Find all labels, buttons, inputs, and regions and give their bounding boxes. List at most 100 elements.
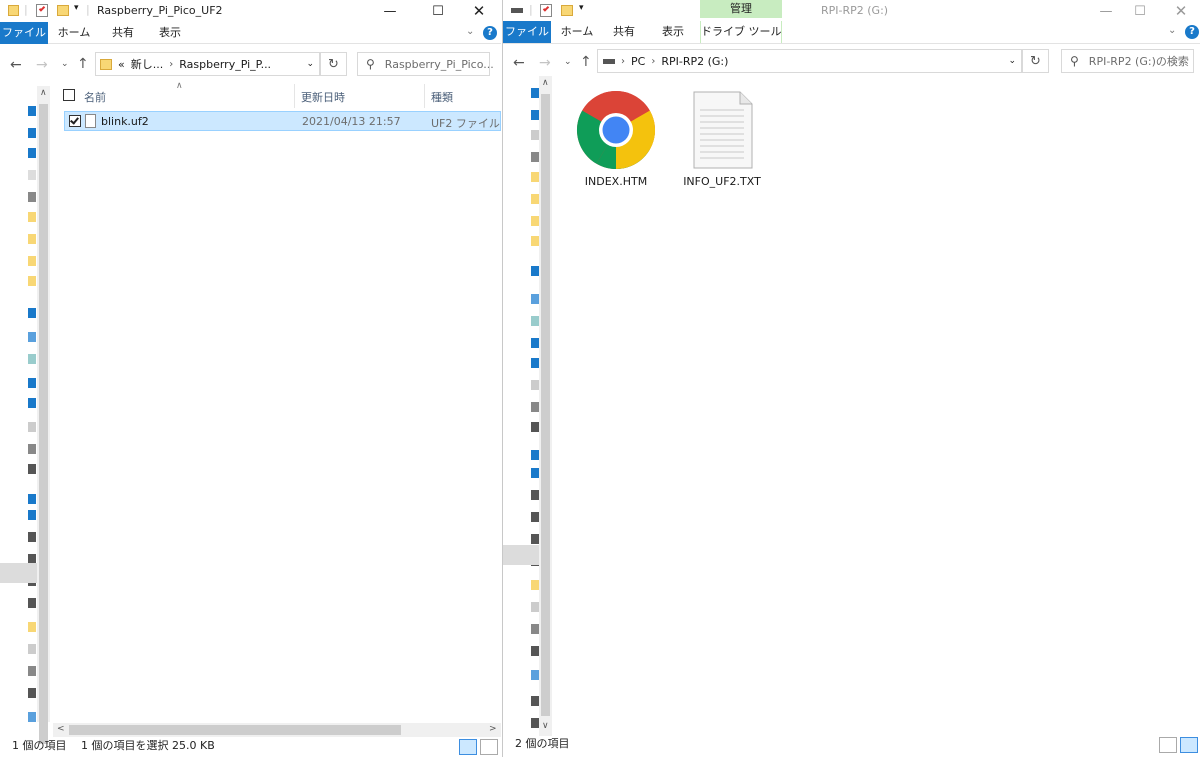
nav-item-icon[interactable] (28, 128, 36, 138)
maximize-button[interactable]: ☐ (1117, 0, 1163, 22)
nav-item-icon[interactable] (531, 422, 539, 432)
tab-file[interactable]: ファイル (503, 21, 551, 43)
nav-item-icon[interactable] (28, 712, 36, 722)
nav-item-icon[interactable] (531, 236, 539, 246)
forward-button[interactable]: → (539, 55, 551, 71)
details-view-button[interactable] (459, 739, 477, 755)
nav-item-icon[interactable] (531, 602, 539, 612)
nav-item-icon[interactable] (531, 216, 539, 226)
refresh-button[interactable]: ↻ (320, 52, 347, 76)
nav-item-icon[interactable] (531, 534, 539, 544)
properties-icon[interactable] (36, 4, 48, 17)
nav-item-icon[interactable] (28, 510, 36, 520)
nav-item-icon[interactable] (28, 378, 36, 388)
scroll-up-icon[interactable]: ∧ (40, 88, 47, 98)
close-button[interactable]: ✕ (1158, 0, 1200, 22)
nav-item-icon[interactable] (531, 670, 539, 680)
nav-item-icon[interactable] (531, 696, 539, 706)
address-bar[interactable]: « 新し... › Raspberry_Pi_P... ⌄ (95, 52, 320, 76)
details-view-button[interactable] (1159, 737, 1177, 753)
nav-item-icon[interactable] (531, 468, 539, 478)
nav-item-icon[interactable] (28, 666, 36, 676)
nav-item-icon[interactable] (531, 266, 539, 276)
refresh-button[interactable]: ↻ (1022, 49, 1049, 73)
help-icon[interactable]: ? (1185, 25, 1199, 39)
nav-item-icon[interactable] (28, 532, 36, 542)
nav-item-icon[interactable] (531, 194, 539, 204)
nav-item-icon[interactable] (28, 398, 36, 408)
breadcrumb-new[interactable]: 新し... (131, 56, 164, 72)
up-button[interactable]: ↑ (580, 54, 592, 70)
qat-dropdown-icon[interactable]: ▾ (579, 3, 584, 13)
nav-item-icon[interactable] (531, 512, 539, 522)
column-header-date[interactable]: 更新日時 (301, 89, 345, 105)
nav-scrollbar[interactable]: ∧ ∨ (539, 76, 552, 736)
nav-item-icon[interactable] (28, 106, 36, 116)
tab-view[interactable]: 表示 (653, 21, 693, 43)
new-folder-icon[interactable] (57, 5, 69, 16)
nav-item-icon[interactable] (531, 380, 539, 390)
nav-item-icon[interactable] (531, 152, 539, 162)
file-item-index[interactable]: INDEX.HTM (571, 90, 661, 188)
address-overflow[interactable]: « (118, 58, 125, 71)
search-box[interactable]: ⚲ Raspberry_Pi_Pico... (357, 52, 494, 76)
address-dropdown-icon[interactable]: ⌄ (306, 59, 314, 69)
nav-item-icon[interactable] (531, 294, 539, 304)
tab-home[interactable]: ホーム (555, 21, 599, 43)
nav-item-icon[interactable] (28, 598, 36, 608)
expand-ribbon-icon[interactable]: ⌄ (466, 26, 474, 37)
nav-item-icon[interactable] (531, 580, 539, 590)
recent-dropdown-icon[interactable]: ⌄ (564, 54, 572, 70)
close-button[interactable]: ✕ (456, 0, 501, 22)
nav-item-icon[interactable] (28, 308, 36, 318)
minimize-button[interactable]: — (367, 0, 413, 22)
file-item-info[interactable]: INFO_UF2.TXT (677, 90, 767, 188)
nav-item-icon[interactable] (28, 644, 36, 654)
recent-dropdown-icon[interactable]: ⌄ (61, 56, 69, 72)
tab-share[interactable]: 共有 (104, 22, 142, 44)
nav-item-icon[interactable] (28, 148, 36, 158)
scroll-thumb[interactable] (541, 94, 550, 716)
tab-drive-tools[interactable]: ドライブ ツール (700, 21, 782, 43)
nav-item-icon[interactable] (28, 494, 36, 504)
tab-home[interactable]: ホーム (52, 22, 96, 44)
nav-item-icon[interactable] (28, 464, 36, 474)
nav-item-icon[interactable] (531, 450, 539, 460)
scroll-thumb[interactable] (39, 104, 48, 744)
large-icons-view-button[interactable] (1180, 737, 1198, 753)
nav-scrollbar[interactable]: ∧ (37, 86, 50, 744)
scroll-up-icon[interactable]: ∧ (542, 78, 549, 88)
nav-item-icon[interactable] (28, 276, 36, 286)
select-all-checkbox[interactable] (63, 89, 75, 101)
nav-item-icon[interactable] (28, 234, 36, 244)
file-name[interactable]: INDEX.HTM (571, 175, 661, 188)
nav-item-icon[interactable] (28, 256, 36, 266)
breadcrumb-folder[interactable]: Raspberry_Pi_P... (179, 58, 271, 71)
address-dropdown-icon[interactable]: ⌄ (1008, 56, 1016, 66)
address-bar[interactable]: › PC › RPI-RP2 (G:) ⌄ (597, 49, 1022, 73)
nav-item-icon[interactable] (28, 170, 36, 180)
column-header-name[interactable]: 名前 (84, 89, 106, 105)
row-checkbox[interactable] (69, 115, 81, 127)
nav-item-icon[interactable] (28, 354, 36, 364)
back-button[interactable]: ← (513, 55, 525, 71)
expand-ribbon-icon[interactable]: ⌄ (1168, 25, 1176, 36)
qat-dropdown-icon[interactable]: ▾ (74, 3, 79, 13)
tab-file[interactable]: ファイル (0, 22, 48, 44)
nav-item-icon[interactable] (531, 646, 539, 656)
nav-item-icon[interactable] (531, 88, 539, 98)
breadcrumb-pc[interactable]: PC (631, 55, 645, 68)
properties-icon[interactable] (540, 4, 552, 17)
nav-selected-item[interactable] (503, 545, 539, 565)
tab-view[interactable]: 表示 (150, 22, 190, 44)
nav-item-icon[interactable] (28, 444, 36, 454)
large-icons-view-button[interactable] (480, 739, 498, 755)
nav-item-icon[interactable] (28, 192, 36, 202)
column-header-type[interactable]: 種類 (431, 89, 453, 105)
nav-selected-item[interactable] (0, 563, 37, 583)
nav-item-icon[interactable] (531, 718, 539, 728)
up-button[interactable]: ↑ (77, 56, 89, 72)
search-box[interactable]: ⚲ RPI-RP2 (G:)の検索 (1061, 49, 1194, 73)
nav-item-icon[interactable] (28, 688, 36, 698)
nav-item-icon[interactable] (531, 490, 539, 500)
